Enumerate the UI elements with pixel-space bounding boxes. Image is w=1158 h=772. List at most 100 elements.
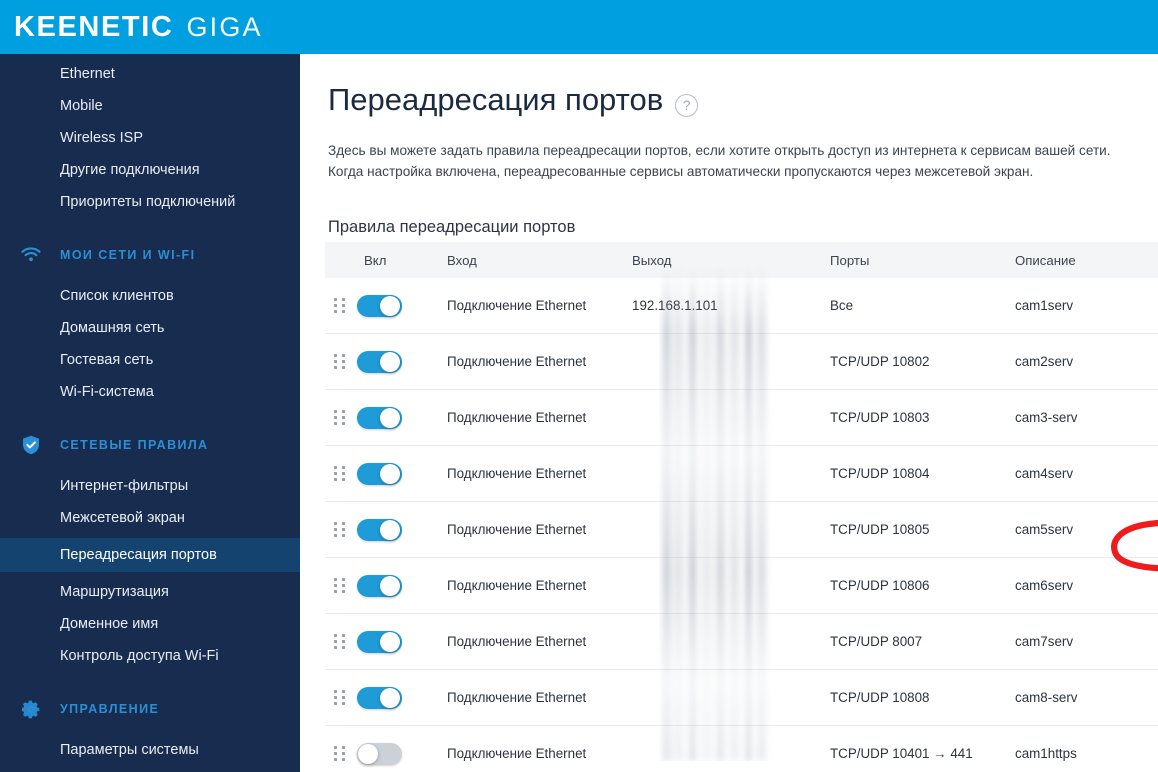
sidebar-item-label: Переадресация портов	[60, 547, 217, 563]
page-header: Переадресация портов ?	[300, 54, 1158, 117]
table-row[interactable]: Подключение Ethernet TCP/UDP 10401 → 441 c…	[325, 726, 1158, 772]
sidebar-item-label: Интернет-фильтры	[60, 478, 189, 494]
port-forwarding-table: Вкл Вход Выход Порты Описание Подключени…	[325, 242, 1158, 772]
sidebar-item-wifi-access-control[interactable]: Контроль доступа Wi-Fi	[0, 642, 300, 670]
row-description-cell: cam8-serv	[1015, 690, 1078, 705]
sidebar-item-label: Маршрутизация	[60, 584, 169, 600]
row-ports-cell: TCP/UDP 10808	[830, 690, 930, 705]
row-enabled-cell	[357, 518, 447, 541]
enable-toggle[interactable]	[357, 462, 402, 485]
enable-toggle[interactable]	[357, 630, 402, 653]
enable-toggle[interactable]	[357, 574, 402, 597]
table-row[interactable]: Подключение Ethernet TCP/UDP 10804 cam4ser…	[325, 446, 1158, 502]
toggle-knob	[380, 519, 400, 540]
table-header-output: Выход	[632, 252, 672, 268]
row-description-cell: cam7serv	[1015, 634, 1074, 649]
row-ports-cell: TCP/UDP 10805	[830, 522, 930, 537]
sidebar-item-guest-network[interactable]: Гостевая сеть	[0, 346, 300, 374]
sidebar-item-label: Доменное имя	[60, 616, 159, 632]
sidebar-item-wifi-system[interactable]: Wi-Fi-система	[0, 378, 300, 406]
row-ports-cell: TCP/UDP 8007	[830, 634, 923, 649]
toggle-knob	[380, 687, 400, 708]
drag-handle-icon[interactable]	[325, 690, 357, 705]
question-mark-icon[interactable]: ?	[675, 93, 699, 117]
table-row[interactable]: Подключение Ethernet TCP/UDP 8007 cam7serv	[325, 614, 1158, 670]
enable-toggle[interactable]	[357, 350, 402, 373]
enable-toggle[interactable]	[357, 742, 402, 765]
app-header: KEENETIC GIGA	[0, 0, 1158, 54]
row-description-cell: cam1serv	[1015, 298, 1074, 313]
toggle-knob	[380, 351, 400, 372]
sidebar-item-port-forwarding[interactable]: Переадресация портов	[0, 538, 300, 572]
table-row[interactable]: Подключение Ethernet TCP/UDP 10808 cam8-se…	[325, 670, 1158, 726]
row-description-cell: cam6serv	[1015, 578, 1074, 593]
toggle-knob	[380, 407, 400, 428]
drag-handle-icon[interactable]	[325, 578, 357, 593]
sidebar-item-mobile[interactable]: Mobile	[0, 92, 300, 120]
page-title: Переадресация портов	[328, 82, 664, 117]
row-input-cell: Подключение Ethernet	[447, 298, 587, 313]
enable-toggle[interactable]	[357, 518, 402, 541]
enable-toggle[interactable]	[357, 294, 402, 317]
sidebar-item-label: Ethernet	[60, 66, 115, 82]
toggle-knob	[380, 631, 400, 652]
page-description: Здесь вы можете задать правила переадрес…	[328, 143, 1111, 180]
drag-handle-icon[interactable]	[325, 298, 357, 313]
sidebar-item-label: Другие подключения	[60, 162, 200, 178]
sidebar-item-system-settings[interactable]: Параметры системы	[0, 736, 300, 764]
sidebar-item-connection-priorities[interactable]: Приоритеты подключений	[0, 188, 300, 216]
drag-handle-icon[interactable]	[325, 522, 357, 537]
sidebar-item-applications[interactable]: Приложения	[0, 768, 300, 772]
enable-toggle[interactable]	[357, 406, 402, 429]
sidebar-item-label: Список клиентов	[60, 288, 174, 304]
sidebar-item-firewall[interactable]: Межсетевой экран	[0, 504, 300, 532]
drag-handle-icon[interactable]	[325, 410, 357, 425]
sidebar-item-label: Гостевая сеть	[60, 352, 154, 368]
brand-model: GIGA	[186, 11, 263, 42]
sidebar-item-internet-filters[interactable]: Интернет-фильтры	[0, 472, 300, 500]
sidebar-item-label: Wireless ISP	[60, 130, 143, 146]
toggle-knob	[380, 463, 400, 484]
row-enabled-cell	[357, 742, 447, 765]
table-row[interactable]: Подключение Ethernet TCP/UDP 10802 cam2ser…	[325, 334, 1158, 390]
row-input-cell: Подключение Ethernet	[447, 578, 587, 593]
drag-handle-icon[interactable]	[325, 746, 357, 761]
sidebar-item-home-network[interactable]: Домашняя сеть	[0, 314, 300, 342]
row-ports-cell: TCP/UDP 10806	[830, 578, 930, 593]
sidebar-item-client-list[interactable]: Список клиентов	[0, 282, 300, 310]
wifi-icon	[20, 244, 42, 266]
table-row[interactable]: Подключение Ethernet TCP/UDP 10803 cam3-se…	[325, 390, 1158, 446]
sidebar-item-label: Межсетевой экран	[60, 510, 185, 526]
drag-handle-icon[interactable]	[325, 634, 357, 649]
sidebar-item-other-connections[interactable]: Другие подключения	[0, 156, 300, 184]
table-row[interactable]: Подключение Ethernet 192.168.1.101 Все cam1…	[325, 278, 1158, 334]
sidebar-item-label: Приоритеты подключений	[60, 194, 236, 210]
enable-toggle[interactable]	[357, 686, 402, 709]
brand-logo[interactable]: KEENETIC GIGA	[14, 10, 263, 43]
rules-section-title: Правила переадресации портов	[328, 218, 576, 237]
row-ports-cell: TCP/UDP 10401 → 441	[830, 746, 973, 761]
drag-handle-icon[interactable]	[325, 466, 357, 481]
row-enabled-cell	[357, 406, 447, 429]
table-row[interactable]: Подключение Ethernet TCP/UDP 10805 cam5ser…	[325, 502, 1158, 558]
table-header-input: Вход	[447, 252, 477, 268]
row-enabled-cell	[357, 294, 447, 317]
sidebar-item-domain-name[interactable]: Доменное имя	[0, 610, 300, 638]
row-description-cell: cam4serv	[1015, 466, 1074, 481]
table-header-description: Описание	[1015, 252, 1076, 268]
row-ports-cell: TCP/UDP 10804	[830, 466, 930, 481]
drag-handle-icon[interactable]	[325, 354, 357, 369]
row-enabled-cell	[357, 686, 447, 709]
table-row[interactable]: Подключение Ethernet TCP/UDP 10806 cam6ser…	[325, 558, 1158, 614]
sidebar-item-ethernet[interactable]: Ethernet	[0, 60, 300, 88]
row-input-cell: Подключение Ethernet	[447, 690, 587, 705]
gear-icon	[20, 698, 42, 720]
row-enabled-cell	[357, 462, 447, 485]
sidebar-item-routing[interactable]: Маршрутизация	[0, 578, 300, 606]
row-input-cell: Подключение Ethernet	[447, 522, 587, 537]
brand-name: KEENETIC	[14, 10, 174, 43]
row-description-cell: cam2serv	[1015, 354, 1074, 369]
row-input-cell: Подключение Ethernet	[447, 354, 587, 369]
sidebar-item-label: Контроль доступа Wi-Fi	[60, 648, 219, 664]
sidebar-item-wireless-isp[interactable]: Wireless ISP	[0, 124, 300, 152]
